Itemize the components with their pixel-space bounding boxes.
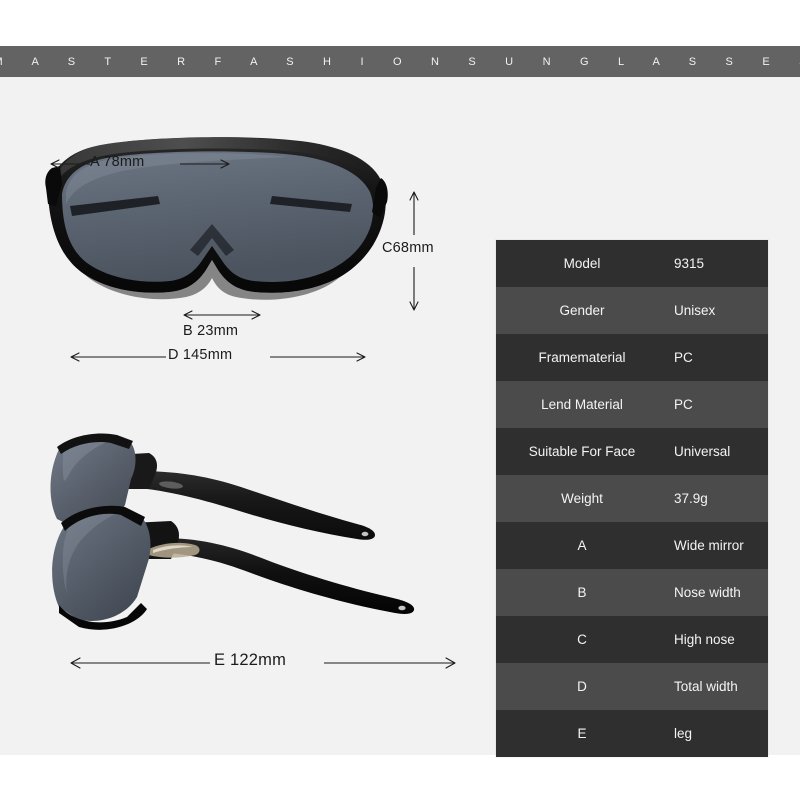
spec-key: Suitable For Face [528,444,636,459]
spec-key: E [577,726,587,741]
brand-banner: M A S T E R F A S H I O N S U N G L A S … [0,46,800,77]
dimension-e: E 122mm [62,649,462,679]
spec-key: Weight [561,491,603,506]
dimension-c-label: C68mm [382,240,434,256]
spec-value: High nose [674,632,735,647]
table-row: E leg [496,710,768,757]
table-row: Weight 37.9g [496,475,768,522]
table-row: A Wide mirror [496,522,768,569]
content-panel: A 78mm C68mm B 23mm D 145mm E 122mm Mode… [0,77,800,757]
dimension-b-label: B 23mm [183,323,239,339]
spec-key: Model [563,256,601,271]
dimension-c: C68mm [370,185,460,315]
table-row: Framematerial PC [496,334,768,381]
product-illustration-area: A 78mm C68mm B 23mm D 145mm E 122mm [0,77,470,755]
spec-key: Framematerial [538,350,626,365]
table-row: Suitable For Face Universal [496,428,768,475]
brand-banner-text: M A S T E R F A S H I O N S U N G L A S … [0,55,800,68]
spec-value: 9315 [674,256,705,271]
spec-key: Gender [559,303,605,318]
dimension-d-label: D 145mm [168,347,233,363]
spec-key: A [577,538,587,553]
spec-key: C [577,632,587,647]
spec-sheet-page: M A S T E R F A S H I O N S U N G L A S … [0,0,800,800]
dimension-b: B 23mm [163,305,298,347]
table-row: C High nose [496,616,768,663]
dimension-a: A 78mm [40,152,245,176]
spec-value: Unisex [674,303,716,318]
specification-table: Model 9315 Gender Unisex Framematerial P… [496,240,768,757]
spec-value: PC [674,350,693,365]
spec-key: D [577,679,587,694]
dimension-a-label: A 78mm [90,154,145,170]
table-row: B Nose width [496,569,768,616]
spec-value: Nose width [674,585,741,600]
spec-value: PC [674,397,693,412]
spec-value: Total width [674,679,738,694]
spec-key: B [577,585,587,600]
dimension-e-label: E 122mm [214,651,287,669]
spec-value: 37.9g [674,491,708,506]
table-row: Gender Unisex [496,287,768,334]
spec-key: Lend Material [541,397,623,412]
table-row: D Total width [496,663,768,710]
table-row: Model 9315 [496,240,768,287]
sunglasses-side-view-image [45,427,445,647]
spec-value: Wide mirror [674,538,744,553]
spec-value: leg [674,726,693,741]
table-row: Lend Material PC [496,381,768,428]
spec-value: Universal [674,444,731,459]
dimension-d: D 145mm [62,345,377,371]
